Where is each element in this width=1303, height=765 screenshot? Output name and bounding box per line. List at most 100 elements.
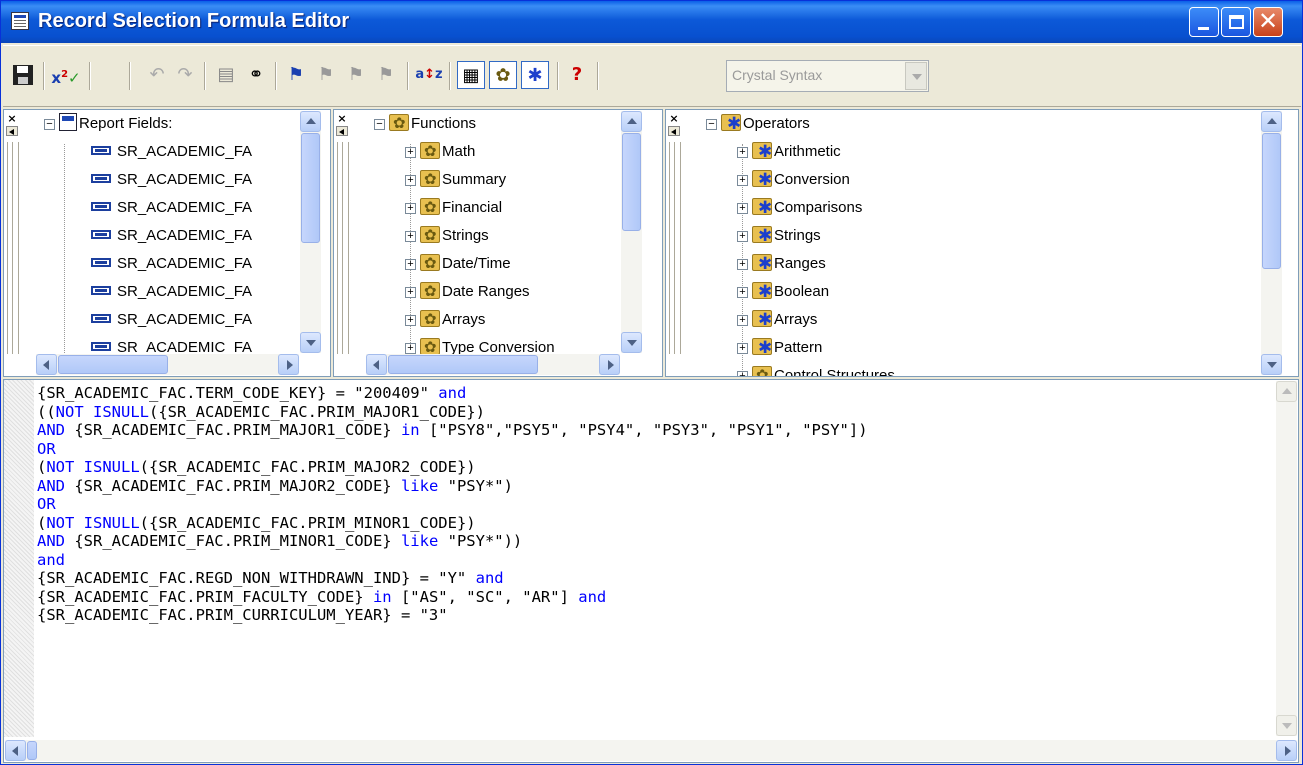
expand-icon[interactable]: + bbox=[737, 203, 748, 214]
tree-item-operator-category[interactable]: + Strings bbox=[737, 224, 821, 248]
scroll-up-icon[interactable] bbox=[1261, 111, 1282, 132]
tree-item-field[interactable]: SR_ACADEMIC_FA bbox=[91, 140, 252, 164]
tree-item-field[interactable]: SR_ACADEMIC_FA bbox=[91, 308, 252, 332]
tree-item-field[interactable]: SR_ACADEMIC_FA bbox=[91, 280, 252, 304]
scroll-up-icon[interactable] bbox=[1276, 381, 1297, 402]
scroll-right-icon[interactable] bbox=[599, 354, 620, 375]
tree-item-field[interactable]: SR_ACADEMIC_FA bbox=[91, 252, 252, 276]
expand-icon[interactable]: + bbox=[405, 315, 416, 326]
clear-bookmarks-button[interactable]: ⚑ bbox=[373, 61, 399, 89]
toggle-bookmark-button[interactable]: ⚑ bbox=[283, 61, 309, 89]
maximize-button[interactable] bbox=[1221, 7, 1251, 37]
tree-item-function-category[interactable]: + Financial bbox=[405, 196, 502, 220]
tree-item-field[interactable]: SR_ACADEMIC_FA bbox=[91, 224, 252, 248]
tree-item-operator-category[interactable]: + Arrays bbox=[737, 308, 817, 332]
tree-item-function-category[interactable]: + Math bbox=[405, 140, 475, 164]
expand-icon[interactable]: + bbox=[737, 147, 748, 158]
tree-root-functions[interactable]: − Functions bbox=[374, 112, 476, 136]
expand-icon[interactable]: + bbox=[405, 175, 416, 186]
horizontal-scrollbar[interactable] bbox=[366, 354, 620, 375]
pane-grip[interactable] bbox=[7, 142, 19, 354]
expand-icon[interactable]: + bbox=[737, 175, 748, 186]
tree-item-function-category[interactable]: + Date Ranges bbox=[405, 280, 530, 304]
expand-icon[interactable]: + bbox=[737, 343, 748, 354]
chevron-down-icon[interactable] bbox=[905, 62, 927, 90]
expand-icon[interactable]: + bbox=[405, 231, 416, 242]
tree-item-operator-category[interactable]: + Conversion bbox=[737, 168, 850, 192]
pane-grip[interactable] bbox=[669, 142, 681, 354]
vertical-scrollbar[interactable] bbox=[621, 111, 642, 353]
toggle-operators-tree-button[interactable]: ✱ bbox=[521, 61, 549, 89]
scroll-right-icon[interactable] bbox=[1276, 740, 1297, 761]
tree-item-operator-category[interactable]: + Pattern bbox=[737, 336, 822, 360]
expand-icon[interactable]: + bbox=[737, 287, 748, 298]
tree-root-operators[interactable]: − Operators bbox=[706, 112, 810, 136]
redo-button[interactable]: ↷ bbox=[173, 61, 197, 89]
scroll-down-icon[interactable] bbox=[621, 332, 642, 353]
collapse-pane-icon[interactable] bbox=[668, 126, 680, 136]
tree-item-operator-category[interactable]: + Boolean bbox=[737, 280, 829, 304]
help-button[interactable]: ? bbox=[565, 61, 589, 89]
scroll-up-icon[interactable] bbox=[621, 111, 642, 132]
tree-item-operator-category[interactable]: + Arithmetic bbox=[737, 140, 841, 164]
vertical-scrollbar[interactable] bbox=[300, 111, 321, 353]
scroll-right-icon[interactable] bbox=[278, 354, 299, 375]
scroll-thumb[interactable] bbox=[1262, 133, 1281, 269]
formula-text-editor[interactable]: {SR_ACADEMIC_FAC.TERM_CODE_KEY} = "20040… bbox=[3, 379, 1299, 763]
scroll-down-icon[interactable] bbox=[300, 332, 321, 353]
close-pane-icon[interactable]: × bbox=[6, 113, 18, 124]
tree-item-operator-category[interactable]: + Control Structures bbox=[737, 364, 895, 376]
syntax-select[interactable]: Crystal Syntax bbox=[726, 60, 929, 92]
expand-icon[interactable]: + bbox=[405, 343, 416, 354]
undo-button[interactable]: ↶ bbox=[145, 61, 169, 89]
scroll-thumb[interactable] bbox=[301, 133, 320, 243]
expand-icon[interactable]: + bbox=[405, 203, 416, 214]
close-button[interactable]: ✕ bbox=[1253, 7, 1283, 37]
collapse-icon[interactable]: − bbox=[706, 119, 717, 130]
browse-field-data-button[interactable]: ▤ bbox=[213, 61, 239, 89]
scroll-down-icon[interactable] bbox=[1261, 354, 1282, 375]
expand-icon[interactable]: + bbox=[737, 231, 748, 242]
previous-bookmark-button[interactable]: ⚑ bbox=[343, 61, 369, 89]
scroll-left-icon[interactable] bbox=[36, 354, 57, 375]
scroll-down-icon[interactable] bbox=[1276, 715, 1297, 736]
tree-item-operator-category[interactable]: + Comparisons bbox=[737, 196, 862, 220]
find-replace-button[interactable]: ⚭ bbox=[243, 61, 269, 89]
tree-item-operator-category[interactable]: + Ranges bbox=[737, 252, 826, 276]
minimize-button[interactable] bbox=[1189, 7, 1219, 37]
expand-icon[interactable]: + bbox=[737, 315, 748, 326]
collapse-pane-icon[interactable] bbox=[336, 126, 348, 136]
tree-item-function-category[interactable]: + Date/Time bbox=[405, 252, 511, 276]
vertical-scrollbar[interactable] bbox=[1261, 111, 1282, 375]
scroll-thumb[interactable] bbox=[622, 133, 641, 231]
horizontal-scrollbar[interactable] bbox=[36, 354, 299, 375]
expand-icon[interactable]: + bbox=[405, 259, 416, 270]
expand-icon[interactable]: + bbox=[737, 259, 748, 270]
collapse-icon[interactable]: − bbox=[44, 119, 55, 130]
next-bookmark-button[interactable]: ⚑ bbox=[313, 61, 339, 89]
expand-icon[interactable]: + bbox=[405, 147, 416, 158]
collapse-icon[interactable]: − bbox=[374, 119, 385, 130]
expand-icon[interactable]: + bbox=[737, 371, 748, 376]
check-formula-button[interactable]: x2✓ bbox=[51, 61, 81, 89]
close-pane-icon[interactable]: × bbox=[668, 113, 680, 124]
sort-trees-button[interactable]: a↕z bbox=[415, 61, 443, 89]
scroll-thumb[interactable] bbox=[388, 355, 538, 374]
title-bar[interactable]: Record Selection Formula Editor ✕ bbox=[1, 1, 1302, 43]
tree-item-function-category[interactable]: + Strings bbox=[405, 224, 489, 248]
pane-grip[interactable] bbox=[337, 142, 349, 354]
save-and-close-button[interactable] bbox=[9, 61, 37, 89]
toggle-functions-tree-button[interactable]: ✿ bbox=[489, 61, 517, 89]
scroll-thumb[interactable] bbox=[58, 355, 168, 374]
scroll-up-icon[interactable] bbox=[300, 111, 321, 132]
horizontal-scrollbar[interactable] bbox=[5, 740, 1297, 761]
vertical-scrollbar[interactable] bbox=[1276, 381, 1297, 736]
scroll-left-icon[interactable] bbox=[5, 740, 26, 761]
scroll-left-icon[interactable] bbox=[366, 354, 387, 375]
scroll-thumb[interactable] bbox=[27, 741, 37, 760]
close-pane-icon[interactable]: × bbox=[336, 113, 348, 124]
tree-item-function-category[interactable]: + Summary bbox=[405, 168, 506, 192]
tree-item-field[interactable]: SR_ACADEMIC_FA bbox=[91, 196, 252, 220]
toggle-fields-tree-button[interactable]: ▦ bbox=[457, 61, 485, 89]
tree-root-report-fields[interactable]: − Report Fields: bbox=[44, 112, 172, 136]
